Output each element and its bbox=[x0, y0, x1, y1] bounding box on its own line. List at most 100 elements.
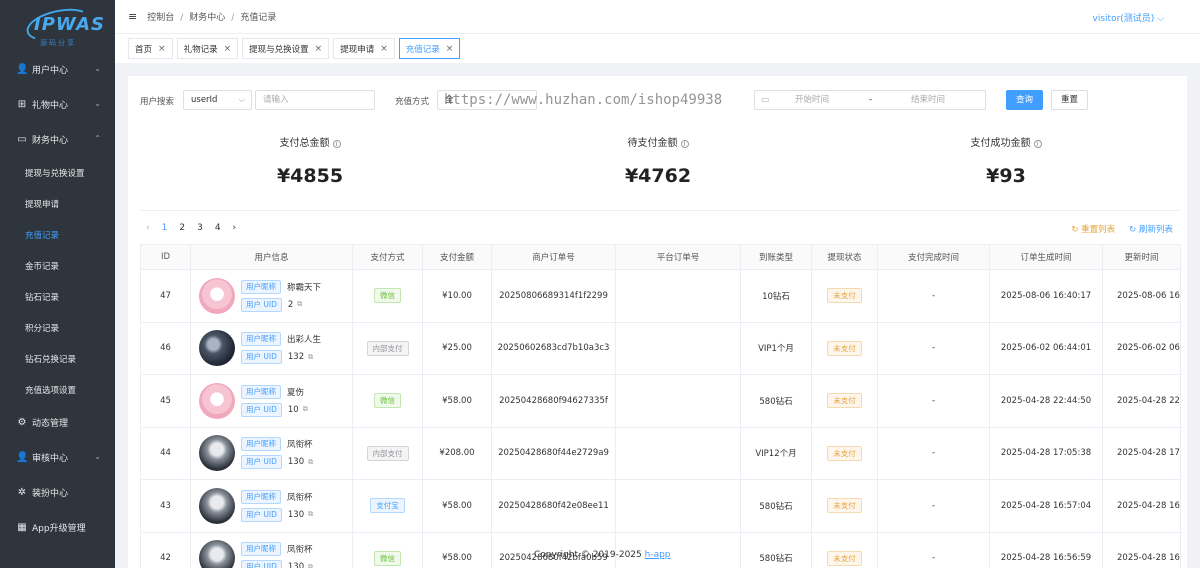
close-icon[interactable]: × bbox=[315, 44, 323, 54]
page-number[interactable]: 3 bbox=[197, 223, 203, 233]
breadcrumb-item[interactable]: 财务中心 bbox=[189, 13, 225, 23]
status-badge: 未支付 bbox=[827, 288, 862, 304]
breadcrumb-item-current: 充值记录 bbox=[240, 13, 277, 23]
sidebar-subitem-recharge-records[interactable]: 充值记录 bbox=[0, 219, 115, 250]
cell-id: 44 bbox=[140, 426, 191, 480]
user-menu[interactable]: visitor(测试员) ⌵ bbox=[1093, 11, 1164, 24]
copy-icon[interactable]: ⧉ bbox=[303, 405, 308, 414]
reset-list-link[interactable]: ↻ 重置列表 bbox=[1071, 223, 1115, 235]
cell-platform-order bbox=[615, 374, 741, 428]
main-card: 用户搜索 userId ⌵ 请输入 充值方式 全 ▭ 开始时间 - 结束时间 查询… bbox=[128, 76, 1187, 568]
sidebar-item-decoration[interactable]: ✲ 装扮中心 bbox=[0, 475, 115, 510]
sidebar-item-gift-center[interactable]: ⊞ 礼物中心 ⌄ bbox=[0, 87, 115, 122]
tab-withdraw-requests[interactable]: 提现申请 × bbox=[333, 38, 395, 59]
sidebar-subitem-diamond-records[interactable]: 钻石记录 bbox=[0, 281, 115, 312]
close-icon[interactable]: × bbox=[380, 44, 388, 54]
sidebar-subitem-recharge-options[interactable]: 充值选项设置 bbox=[0, 374, 115, 405]
end-time-input[interactable]: 结束时间 bbox=[911, 91, 945, 109]
refresh-list-link[interactable]: ↻ 刷新列表 bbox=[1129, 223, 1173, 235]
sidebar-item-dynamics[interactable]: ⚙ 动态管理 bbox=[0, 405, 115, 440]
prev-page-button[interactable]: ‹ bbox=[146, 223, 150, 233]
tab-withdraw-settings[interactable]: 提现与兑换设置 × bbox=[242, 38, 330, 59]
sidebar-item-finance-center[interactable]: ▭ 财务中心 ⌃ bbox=[0, 122, 115, 157]
breadcrumb: 控制台 / 财务中心 / 充值记录 bbox=[147, 10, 276, 23]
cell-type: 580钻石 bbox=[740, 531, 812, 568]
tab-label: 提现与兑换设置 bbox=[249, 44, 309, 55]
sidebar-item-app-upgrade[interactable]: ▦ App升级管理 bbox=[0, 510, 115, 545]
nickname-tag: 用户昵称 bbox=[241, 279, 281, 294]
sidebar-subitem-coin-records[interactable]: 金币记录 bbox=[0, 250, 115, 281]
sidebar-item-user-center[interactable]: 👤 用户中心 ⌄ bbox=[0, 52, 115, 87]
cell-platform-order bbox=[615, 479, 741, 533]
user-field-value: userId bbox=[191, 95, 218, 105]
footer-link[interactable]: h-app bbox=[645, 550, 671, 560]
stat-title: 支付成功金额 i bbox=[856, 134, 1156, 149]
close-icon[interactable]: × bbox=[446, 44, 454, 54]
column-header: 到账类型 bbox=[740, 244, 812, 270]
pay-method-tag: 微信 bbox=[374, 393, 401, 409]
tab-label: 礼物记录 bbox=[183, 44, 218, 55]
page-number[interactable]: 4 bbox=[215, 223, 221, 233]
copy-icon[interactable]: ⧉ bbox=[308, 458, 313, 467]
logo-text: IPWAS bbox=[34, 14, 105, 35]
sidebar-subitem-withdraw-settings[interactable]: 提现与兑换设置 bbox=[0, 157, 115, 188]
breadcrumb-item[interactable]: 控制台 bbox=[147, 13, 174, 23]
nickname-tag: 用户昵称 bbox=[241, 437, 281, 452]
sidebar-subitem-points-records[interactable]: 积分记录 bbox=[0, 312, 115, 343]
chevron-down-icon: ⌄ bbox=[94, 64, 101, 73]
user-field-select[interactable]: userId ⌵ bbox=[183, 90, 252, 110]
copy-icon[interactable]: ⧉ bbox=[297, 300, 302, 309]
cell-amount: ¥58.00 bbox=[422, 531, 492, 568]
cell-updated-time: 2025-08-06 16 bbox=[1102, 269, 1181, 323]
page-number[interactable]: 1 bbox=[162, 223, 168, 233]
reset-button[interactable]: 重置 bbox=[1051, 90, 1089, 110]
cell-type: VIP12个月 bbox=[740, 426, 812, 480]
nickname-tag: 用户昵称 bbox=[241, 332, 281, 347]
date-range-picker[interactable]: ▭ 开始时间 - 结束时间 bbox=[754, 90, 986, 110]
cell-id: 42 bbox=[140, 531, 191, 568]
gift-icon: ⊞ bbox=[17, 99, 27, 110]
table-body: 47 用户昵称 称霸天下 用户 UID 2 ⧉ 微信 ¥10.00 20250806689314… bbox=[140, 269, 1181, 568]
user-check-icon: 👤 bbox=[16, 452, 29, 463]
avatar bbox=[199, 435, 235, 472]
user-search-input[interactable]: 请输入 bbox=[255, 90, 375, 110]
tab-label: 首页 bbox=[135, 44, 153, 55]
cell-amount: ¥10.00 bbox=[422, 269, 492, 323]
info-icon[interactable]: i bbox=[332, 140, 341, 148]
divider bbox=[140, 210, 1180, 211]
sidebar-subitem-diamond-exchange[interactable]: 钻石兑换记录 bbox=[0, 343, 115, 374]
next-page-button[interactable]: › bbox=[233, 223, 237, 233]
start-time-input[interactable]: 开始时间 bbox=[795, 91, 829, 109]
avatar bbox=[199, 330, 235, 367]
tab-gift-records[interactable]: 礼物记录 × bbox=[176, 38, 239, 59]
info-icon[interactable]: i bbox=[1033, 140, 1042, 148]
query-button[interactable]: 查询 bbox=[1006, 90, 1044, 110]
sidebar-subitem-withdraw-requests[interactable]: 提现申请 bbox=[0, 188, 115, 219]
cell-id: 45 bbox=[140, 374, 191, 428]
copy-icon[interactable]: ⧉ bbox=[308, 353, 313, 362]
cell-user: 用户昵称 夏伤 用户 UID 10 ⧉ bbox=[190, 374, 353, 428]
tab-home[interactable]: 首页 × bbox=[128, 38, 173, 59]
close-icon[interactable]: × bbox=[158, 44, 166, 54]
table-row: 44 用户昵称 凤衔杯 用户 UID 130 ⧉ 内部支付 ¥208.00 2025042868… bbox=[140, 426, 1181, 480]
copy-icon[interactable]: ⧉ bbox=[308, 563, 313, 568]
cell-status: 未支付 bbox=[811, 269, 878, 323]
sidebar-item-review-center[interactable]: 👤 审核中心 ⌄ bbox=[0, 440, 115, 475]
copy-icon[interactable]: ⧉ bbox=[308, 510, 313, 519]
cell-done-time: - bbox=[877, 374, 990, 428]
chevron-down-icon: ⌵ bbox=[238, 95, 245, 105]
column-header: 支付金额 bbox=[422, 244, 492, 270]
uid-tag: 用户 UID bbox=[241, 455, 282, 470]
page-number[interactable]: 2 bbox=[179, 223, 185, 233]
hamburger-icon[interactable]: ≡ bbox=[128, 10, 137, 23]
cell-updated-time: 2025-04-28 16 bbox=[1102, 479, 1181, 533]
tab-recharge-records[interactable]: 充值记录 × bbox=[398, 38, 461, 59]
status-badge: 未支付 bbox=[827, 498, 862, 514]
info-icon[interactable]: i bbox=[680, 140, 689, 148]
uid: 10 bbox=[287, 404, 299, 415]
uid: 132 bbox=[287, 352, 305, 363]
sidebar-item-label: 财务中心 bbox=[32, 136, 69, 146]
close-icon[interactable]: × bbox=[224, 44, 232, 54]
status-badge: 未支付 bbox=[827, 550, 862, 566]
chevron-down-icon: ⌄ bbox=[94, 99, 101, 108]
